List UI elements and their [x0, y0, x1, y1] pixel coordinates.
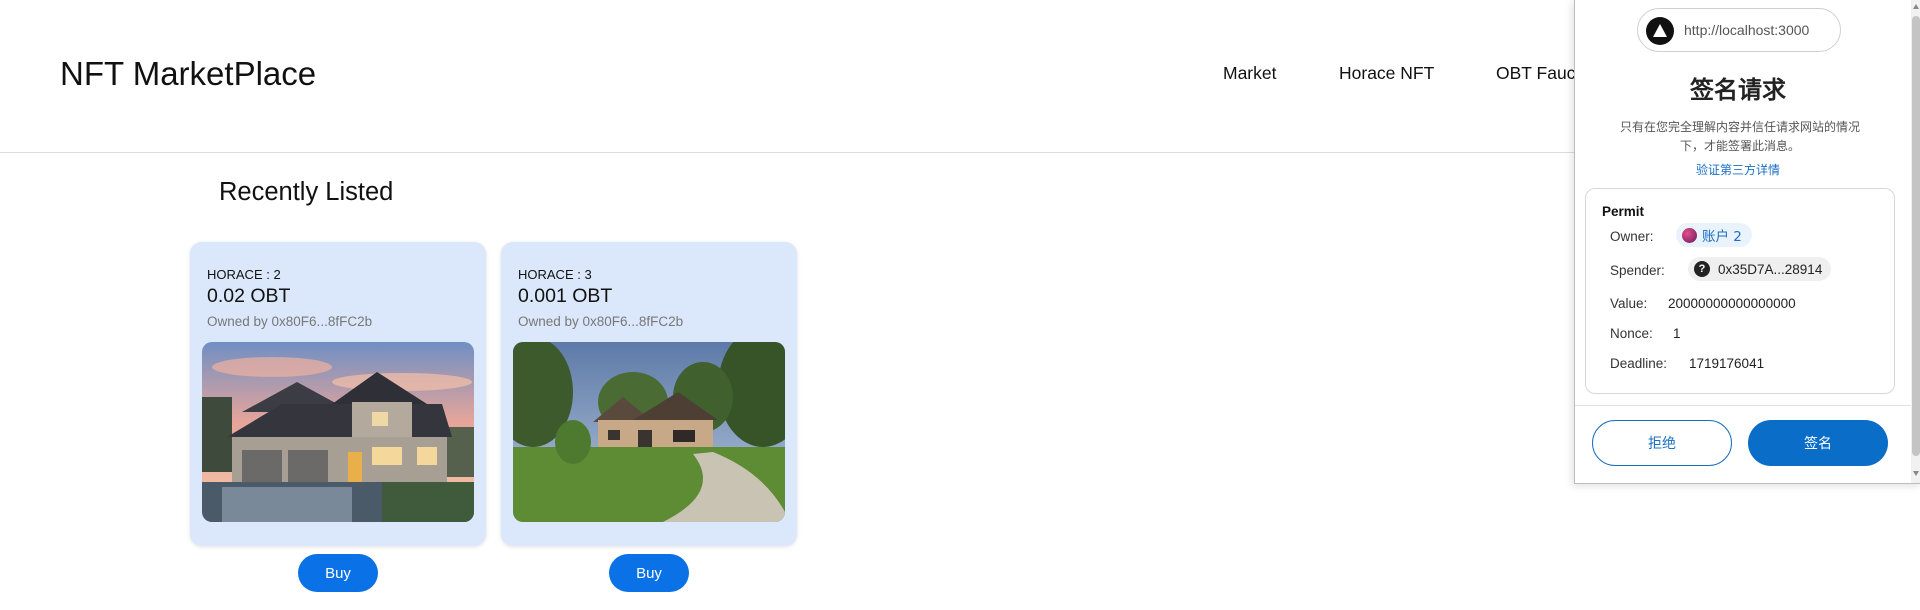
owner-account-name: 账户 2	[1702, 229, 1742, 245]
site-logo-icon	[1646, 17, 1674, 45]
nft-name: HORACE : 3	[518, 267, 592, 282]
nft-card[interactable]: HORACE : 3 0.001 OBT Owned by 0x80F6...8…	[501, 242, 797, 546]
permit-deadline: 1719176041	[1689, 356, 1765, 371]
scrollbar-thumb[interactable]	[1912, 16, 1920, 456]
scroll-down-arrow-icon[interactable]	[1913, 471, 1919, 476]
permit-title: Permit	[1602, 204, 1645, 219]
nft-image-house[interactable]	[202, 342, 474, 522]
owner-account-pill[interactable]: 账户 2	[1676, 223, 1752, 247]
scroll-up-arrow-icon[interactable]	[1913, 4, 1919, 9]
value-label: Value:	[1610, 296, 1648, 311]
origin-url: http://localhost:3000	[1684, 22, 1810, 38]
deadline-label: Deadline:	[1610, 356, 1668, 371]
nft-card[interactable]: HORACE : 2 0.02 OBT Owned by 0x80F6...8f…	[190, 242, 486, 546]
nft-owner: Owned by 0x80F6...8fFC2b	[207, 314, 373, 329]
nav-market[interactable]: Market	[1223, 63, 1276, 84]
permit-details-box: Permit Owner: 账户 2 Spender: ? 0x35D7A...…	[1585, 188, 1895, 394]
nav-obt-faucet[interactable]: OBT Fauc	[1496, 63, 1575, 84]
nav-horace-nft[interactable]: Horace NFT	[1339, 63, 1434, 84]
spender-address: 0x35D7A...28914	[1718, 261, 1823, 277]
popup-scrollbar[interactable]	[1911, 0, 1920, 483]
reject-button[interactable]: 拒绝	[1592, 420, 1732, 466]
origin-pill: http://localhost:3000	[1637, 8, 1841, 52]
nft-name: HORACE : 2	[207, 267, 281, 282]
signature-request-title: 签名请求	[1690, 76, 1786, 104]
section-title: Recently Listed	[219, 178, 394, 206]
nft-image-house[interactable]	[513, 342, 785, 522]
question-icon: ?	[1694, 261, 1710, 277]
spender-label: Spender:	[1610, 263, 1665, 278]
nft-card-wrapper: HORACE : 3 0.001 OBT Owned by 0x80F6...8…	[501, 242, 797, 592]
nft-price: 0.02 OBT	[207, 285, 291, 307]
permit-value: 20000000000000000	[1668, 296, 1796, 311]
account-avatar-icon	[1682, 227, 1697, 243]
nft-card-wrapper: HORACE : 2 0.02 OBT Owned by 0x80F6...8f…	[190, 242, 486, 592]
buy-button[interactable]: Buy	[609, 554, 689, 592]
owner-label: Owner:	[1610, 229, 1654, 244]
buy-button[interactable]: Buy	[298, 554, 378, 592]
spender-address-pill[interactable]: ? 0x35D7A...28914	[1688, 257, 1832, 281]
signature-warning: 只有在您完全理解内容并信任请求网站的情况下，才能签署此消息。	[1619, 120, 1860, 153]
nft-owner: Owned by 0x80F6...8fFC2b	[518, 314, 684, 329]
sign-button[interactable]: 签名	[1748, 420, 1888, 466]
nonce-label: Nonce:	[1610, 326, 1653, 341]
verify-third-party-link[interactable]: 验证第三方详情	[1575, 161, 1901, 178]
footer-divider	[1575, 405, 1920, 406]
nft-price: 0.001 OBT	[518, 285, 613, 307]
brand-title[interactable]: NFT MarketPlace	[60, 55, 316, 93]
permit-nonce: 1	[1673, 326, 1681, 341]
wallet-signature-popup: http://localhost:3000 签名请求 只有在您完全理解内容并信任…	[1574, 0, 1920, 484]
